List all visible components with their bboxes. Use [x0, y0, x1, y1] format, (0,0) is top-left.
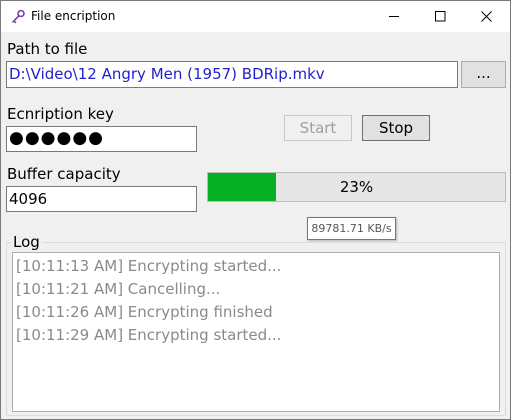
- path-label: Path to file: [7, 40, 88, 58]
- progress-bar: 23%: [207, 172, 506, 202]
- app-window: File encription Path to file D:\Video\12…: [0, 0, 511, 420]
- close-button[interactable]: [464, 1, 509, 32]
- log-label: Log: [11, 233, 42, 251]
- title-bar[interactable]: File encription: [1, 1, 510, 32]
- path-field[interactable]: D:\Video\12 Angry Men (1957) BDRip.mkv: [6, 61, 458, 88]
- buffer-field[interactable]: 4096: [6, 186, 197, 212]
- maximize-button[interactable]: [418, 1, 463, 32]
- key-field[interactable]: ●●●●●●: [6, 126, 197, 152]
- form-body: Path to file D:\Video\12 Angry Men (1957…: [1, 32, 510, 419]
- key-icon: [10, 9, 26, 25]
- log-line: [10:11:21 AM] Cancelling...: [16, 280, 221, 298]
- minimize-icon: [389, 16, 399, 17]
- close-icon: [481, 11, 492, 22]
- speed-tooltip: 89781.71 KB/s: [307, 217, 396, 240]
- start-button[interactable]: Start: [284, 115, 352, 141]
- log-line: [10:11:29 AM] Encrypting started...: [16, 326, 282, 344]
- log-list[interactable]: [10:11:13 AM] Encrypting started... [10:1…: [12, 252, 500, 412]
- browse-button[interactable]: ...: [461, 61, 506, 88]
- window-title: File encription: [31, 9, 116, 23]
- stop-button[interactable]: Stop: [362, 115, 430, 141]
- minimize-button[interactable]: [372, 1, 417, 32]
- log-line: [10:11:13 AM] Encrypting started...: [16, 257, 282, 275]
- buffer-label: Buffer capacity: [7, 165, 121, 183]
- log-line: [10:11:26 AM] Encrypting finished: [16, 303, 273, 321]
- maximize-icon: [435, 11, 446, 22]
- progress-percent: 23%: [339, 178, 374, 196]
- key-label: Ecnription key: [7, 105, 114, 123]
